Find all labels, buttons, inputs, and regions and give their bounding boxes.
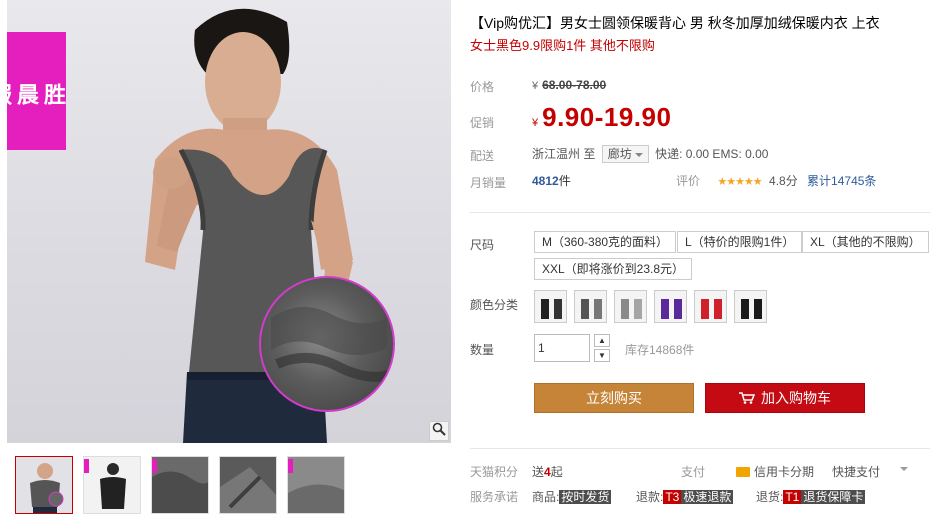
shipping-info: 浙江温州 至 廊坊 快递: 0.00 EMS: 0.00: [532, 145, 768, 163]
chevron-down-icon[interactable]: [900, 467, 908, 475]
size-option-xxl[interactable]: XXL（即将涨价到23.8元）: [534, 258, 693, 280]
cart-icon: [739, 392, 755, 404]
size-option-l[interactable]: L（特价的限购1件）: [677, 231, 803, 253]
color-swatch-grey-pair[interactable]: [574, 290, 607, 323]
original-price: ¥68.00-78.00: [532, 78, 606, 92]
price-label: 价格: [470, 80, 495, 94]
stock-count: 库存14868件: [625, 343, 695, 357]
points-label: 天猫积分: [470, 465, 519, 479]
fast-refund-badge: 极速退款: [681, 490, 734, 504]
quantity-input[interactable]: [534, 334, 590, 362]
credit-installment[interactable]: 信用卡分期: [736, 463, 814, 480]
monthly-sales-label: 月销量: [470, 176, 507, 190]
promise-return: 退货: T1 退货保障卡: [756, 488, 866, 505]
on-time-ship-badge: 按时发货: [559, 490, 612, 504]
ship-to-word: 至: [583, 147, 596, 161]
add-to-cart-button[interactable]: 加入购物车: [705, 383, 865, 413]
divider: [470, 448, 930, 449]
ship-fees: 快递: 0.00 EMS: 0.00: [655, 147, 769, 161]
brand-char: 服: [7, 82, 12, 105]
rating: 评价 ★★★★★ 4.8分 累计14745条: [676, 172, 876, 189]
add-to-cart-label: 加入购物车: [761, 390, 831, 406]
color-label: 颜色分类: [470, 298, 519, 312]
promo-price-value: 9.90-19.90: [542, 102, 672, 132]
brand-badge: 胜 晨 服 饰: [7, 32, 66, 150]
color-swatch-light-grey-pair[interactable]: [614, 290, 647, 323]
promise-refund: 退款: T3 极速退款: [636, 488, 734, 505]
quick-pay[interactable]: 快捷支付: [832, 463, 880, 480]
promo-label: 促销: [470, 116, 495, 130]
fleece-detail-circle: [259, 276, 395, 412]
buy-now-button[interactable]: 立刻购买: [534, 383, 694, 413]
size-option-xl[interactable]: XL（其他的不限购）: [802, 231, 929, 253]
size-label: 尺码: [470, 238, 495, 252]
refund-code-badge: T3: [663, 490, 682, 504]
quantity-increase-button[interactable]: ▲: [594, 334, 610, 347]
original-price-value: 68.00-78.00: [542, 78, 607, 92]
rating-score: 4.8分: [769, 174, 798, 188]
star-rating-icon: ★★★★★: [717, 176, 762, 188]
rating-label: 评价: [676, 174, 701, 188]
brand-char: 晨: [13, 82, 39, 105]
brand-char: 胜: [40, 82, 66, 105]
color-swatch-black-women[interactable]: [734, 290, 767, 323]
monthly-sales: 4812件: [532, 172, 571, 189]
goods-label: 商品:: [532, 490, 560, 504]
points-info: 送4起: [532, 463, 563, 480]
color-swatch-red[interactable]: [694, 290, 727, 323]
points-prefix: 送: [532, 465, 545, 479]
ship-from: 浙江温州: [532, 147, 581, 161]
quantity-decrease-button[interactable]: ▼: [594, 349, 610, 362]
main-product-photo[interactable]: 胜 晨 服 饰: [7, 0, 451, 443]
pay-label: 支付: [681, 465, 706, 479]
currency-symbol: ¥: [532, 80, 539, 92]
currency-symbol: ¥: [532, 117, 539, 129]
return-code-badge: T1: [783, 490, 802, 504]
product-info-panel: 【Vip购优汇】男女士圆领保暖背心 男 秋冬加厚加绒保暖内衣 上衣 女士黑色9.…: [470, 0, 930, 522]
color-swatch-black-pair[interactable]: [534, 290, 567, 323]
magnifier-icon[interactable]: [429, 421, 449, 441]
product-gallery: 胜 晨 服 饰: [7, 0, 451, 522]
points-value: 4: [544, 465, 551, 479]
refund-label: 退款:: [636, 490, 664, 504]
shipping-label: 配送: [470, 149, 495, 163]
product-subtitle: 女士黑色9.9限购1件 其他不限购: [470, 38, 655, 53]
destination-select[interactable]: 廊坊: [601, 145, 649, 163]
thumb-model-front[interactable]: [15, 456, 73, 514]
color-swatch-purple[interactable]: [654, 290, 687, 323]
review-count-link[interactable]: 累计14745条: [807, 174, 876, 188]
thumbnail-strip: [15, 456, 345, 516]
promo-price: ¥9.90-19.90: [532, 102, 671, 133]
thumb-fabric-texture[interactable]: [287, 456, 345, 514]
thumb-fabric-fold[interactable]: [219, 456, 277, 514]
credit-label: 信用卡分期: [754, 465, 815, 479]
divider: [470, 212, 930, 213]
return-label: 退货:: [756, 490, 784, 504]
thumb-model-back[interactable]: [83, 456, 141, 514]
quantity-label: 数量: [470, 343, 495, 357]
sales-unit: 件: [558, 174, 571, 188]
size-option-m[interactable]: M（360-380克的面料）: [534, 231, 677, 253]
promise-goods: 商品: 按时发货: [532, 488, 612, 505]
return-guarantee-badge: 退货保障卡: [801, 490, 866, 504]
service-promise-label: 服务承诺: [470, 490, 519, 504]
product-title: 【Vip购优汇】男女士圆领保暖背心 男 秋冬加厚加绒保暖内衣 上衣: [470, 15, 880, 31]
credit-card-icon: [736, 467, 750, 477]
sales-count: 4812: [532, 174, 559, 188]
thumb-fleece-detail[interactable]: [151, 456, 209, 514]
points-suffix: 起: [550, 465, 563, 479]
